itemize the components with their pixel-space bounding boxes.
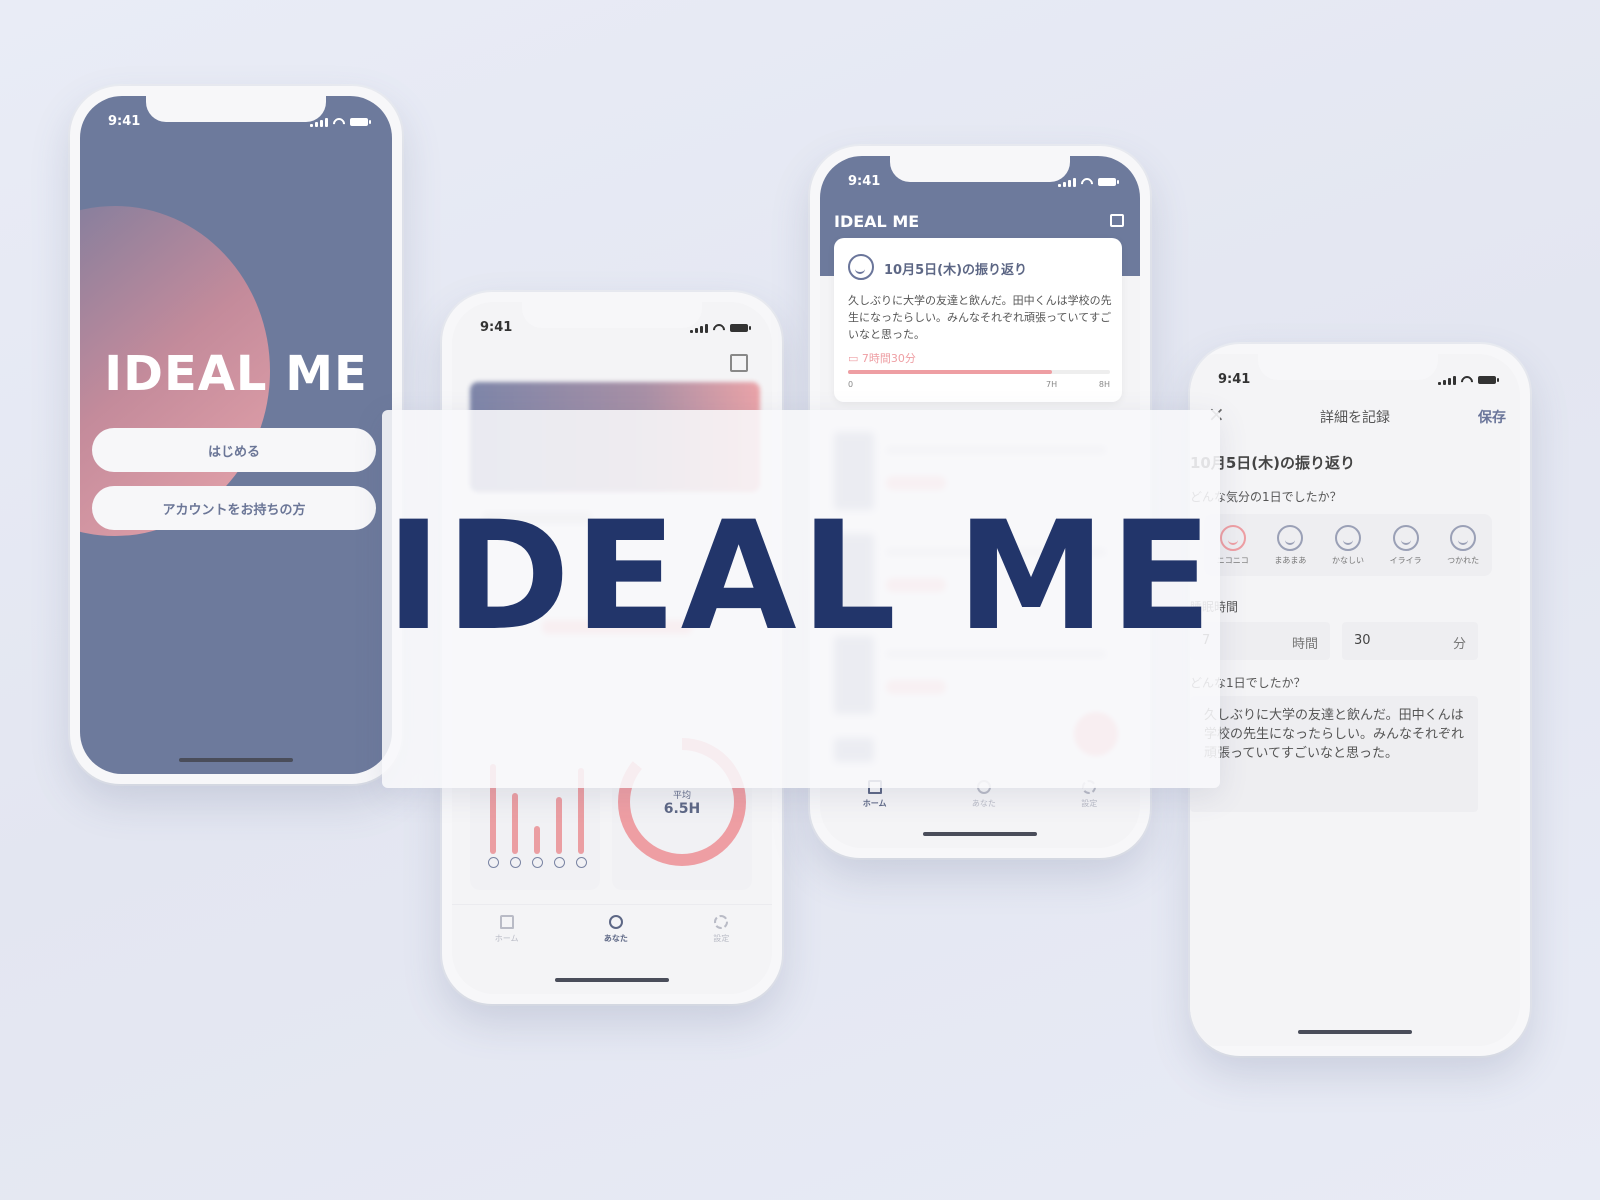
tick-label: 8H [1098, 380, 1110, 389]
signal-icon [690, 323, 708, 333]
entry-body: 久しぶりに大学の友達と飲んだ。田中くんは学校の先生になったらしい。みんなそれぞれ… [848, 294, 1112, 341]
home-icon [499, 915, 514, 929]
hours-unit: 時間 [1291, 637, 1318, 652]
sleep-duration-text: 7時間30分 [861, 352, 916, 365]
status-time: 9:41 [848, 174, 881, 189]
sleep-duration: ▭ 7時間30分 [848, 350, 916, 366]
tick-label: 7H [1046, 380, 1058, 389]
mood-bar [556, 797, 562, 854]
banner-title: IDEAL ME [385, 490, 1217, 664]
signal-icon [310, 117, 328, 127]
home-indicator [923, 832, 1037, 836]
mood-label: ニコニコ [1216, 555, 1249, 565]
splash-phone: 9:41 IDEAL ME はじめる アカウントをお持ちの方 [70, 86, 402, 784]
save-button[interactable]: 保存 [1478, 407, 1506, 427]
tab-home[interactable]: ホーム [494, 905, 519, 963]
splash-screen: 9:41 IDEAL ME はじめる アカウントをお持ちの方 [80, 96, 392, 774]
tab-you[interactable]: あなた [604, 905, 628, 963]
tab-settings[interactable]: 設定 [713, 905, 729, 963]
battery-icon [1478, 376, 1499, 384]
donut-caption: 平均 [672, 790, 691, 801]
mood-option-angry[interactable]: イライラ [1389, 524, 1422, 566]
mood-option-happy[interactable]: ニコニコ [1216, 524, 1249, 566]
mood-option-sad[interactable]: かなしい [1331, 524, 1364, 566]
home-indicator [179, 758, 293, 762]
minutes-value: 30 [1354, 633, 1371, 648]
entry-title: 10月5日(木)の振り返り [884, 263, 1028, 278]
status-time: 9:41 [108, 114, 141, 129]
minutes-unit: 分 [1452, 637, 1466, 652]
mood-bar [512, 793, 518, 854]
wifi-icon [333, 118, 345, 127]
tab-bar: ホーム あなた 設定 [452, 904, 772, 963]
user-icon [608, 915, 623, 929]
entry-card[interactable]: 10月5日(木)の振り返り 久しぶりに大学の友達と飲んだ。田中くんは学校の先生に… [834, 238, 1122, 402]
mood-face-icon [532, 857, 543, 868]
start-button[interactable]: はじめる [92, 428, 376, 472]
status-time: 9:41 [1218, 372, 1251, 387]
home-indicator [555, 978, 669, 982]
battery-icon [350, 118, 371, 126]
title-banner: IDEAL ME [382, 410, 1220, 788]
signal-icon [1058, 177, 1076, 187]
bed-icon: ▭ [848, 352, 859, 365]
calendar-icon[interactable] [1110, 214, 1124, 227]
mood-label: まあまあ [1274, 555, 1307, 565]
signal-icon [1438, 375, 1456, 385]
gear-icon [714, 915, 729, 929]
mood-selector: ニコニコ まあまあ かなしい イライラ つかれた [1204, 514, 1492, 576]
status-time: 9:41 [480, 320, 513, 335]
mood-option-tired[interactable]: つかれた [1447, 524, 1480, 566]
detail-screen: 9:41 × 詳細を記録 保存 10月5日(木)の振り返り どんな気分の1日でし… [1190, 354, 1520, 1046]
wifi-icon [1081, 178, 1093, 187]
tab-you-label: あなた [603, 934, 628, 943]
tab-home-label: ホーム [862, 799, 887, 808]
mood-label: イライラ [1389, 555, 1422, 565]
edit-icon[interactable] [730, 354, 748, 372]
day-textarea[interactable]: 久しぶりに大学の友達と飲んだ。田中くんは学校の先生になったらしい。みんなそれぞれ… [1190, 696, 1478, 812]
detail-title: 詳細を記録 [1320, 410, 1390, 426]
mood-face-icon [554, 857, 565, 868]
detail-phone: 9:41 × 詳細を記録 保存 10月5日(木)の振り返り どんな気分の1日でし… [1190, 344, 1530, 1056]
smile-icon [848, 254, 874, 280]
mood-label: かなしい [1331, 555, 1364, 565]
status-bar: 9:41 [480, 320, 751, 340]
login-button[interactable]: アカウントをお持ちの方 [92, 486, 376, 530]
okay-face-icon [1277, 524, 1304, 551]
tab-settings-label: 設定 [713, 934, 730, 943]
angry-face-icon [1392, 524, 1419, 551]
tick-label: 0 [848, 380, 854, 389]
mood-label: つかれた [1447, 555, 1480, 565]
mood-face-icon [510, 857, 521, 868]
tab-home-label: ホーム [494, 934, 519, 943]
app-title: IDEAL ME [834, 212, 920, 231]
mood-option-okay[interactable]: まあまあ [1274, 524, 1307, 566]
status-bar: 9:41 [848, 174, 1119, 194]
status-bar: 9:41 [108, 114, 371, 134]
home-indicator [1298, 1030, 1412, 1034]
mood-bar [534, 826, 540, 854]
happy-face-icon [1219, 524, 1246, 551]
sleep-progress-fill [848, 370, 1053, 374]
battery-icon [1098, 178, 1119, 186]
donut-value: 6.5H [663, 800, 701, 817]
wifi-icon [713, 324, 725, 333]
sleep-progress [848, 370, 1110, 374]
battery-icon [730, 324, 751, 332]
sleep-minutes-field[interactable]: 30 分 [1342, 622, 1478, 660]
tab-you-label: あなた [971, 799, 996, 808]
splash-logo: IDEAL ME [104, 346, 368, 402]
mood-face-icon [576, 857, 587, 868]
sad-face-icon [1334, 524, 1361, 551]
tab-settings-label: 設定 [1081, 799, 1098, 808]
status-bar: 9:41 [1218, 372, 1499, 392]
wifi-icon [1461, 376, 1473, 385]
mood-face-icon [488, 857, 499, 868]
tired-face-icon [1450, 524, 1477, 551]
